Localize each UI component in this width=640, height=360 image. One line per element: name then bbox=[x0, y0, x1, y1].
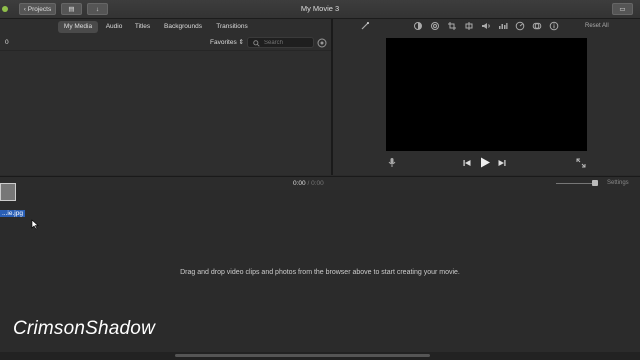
speed-icon[interactable] bbox=[515, 21, 525, 31]
tab-transitions[interactable]: Transitions bbox=[212, 21, 252, 33]
timecode: 0:00 / 0:00 bbox=[293, 180, 324, 187]
info-icon[interactable] bbox=[549, 21, 559, 31]
timeline-hint: Drag and drop video clips and photos fro… bbox=[180, 269, 460, 276]
video-preview[interactable] bbox=[386, 38, 587, 151]
favorites-filter[interactable]: Favorites ⇕ bbox=[210, 38, 244, 46]
library-count: 0 bbox=[5, 39, 9, 46]
microphone-icon[interactable] bbox=[387, 157, 397, 168]
magic-wand-icon[interactable] bbox=[360, 21, 370, 31]
photo-thumbnail[interactable] bbox=[0, 183, 16, 201]
chevron-updown-icon: ⇕ bbox=[238, 39, 244, 46]
fullscreen-icon[interactable] bbox=[576, 158, 586, 168]
stabilization-icon[interactable] bbox=[464, 21, 474, 31]
settings-button[interactable]: Settings bbox=[607, 180, 629, 186]
watermark: CrimsonShadow bbox=[13, 318, 155, 339]
tab-my-media[interactable]: My Media bbox=[58, 21, 98, 33]
color-correction-icon[interactable] bbox=[430, 21, 440, 31]
crop-icon[interactable] bbox=[447, 21, 457, 31]
search-input[interactable] bbox=[264, 38, 312, 47]
gear-icon[interactable] bbox=[317, 38, 327, 48]
zoom-slider-handle[interactable] bbox=[592, 180, 598, 186]
search-icon bbox=[253, 40, 260, 47]
time-separator: / bbox=[307, 180, 310, 187]
skip-forward-icon[interactable] bbox=[497, 158, 507, 168]
dragged-file-label: ...ie.jpg bbox=[0, 210, 25, 217]
search-box[interactable] bbox=[247, 37, 314, 48]
tab-titles[interactable]: Titles bbox=[130, 21, 155, 33]
color-balance-icon[interactable] bbox=[413, 21, 423, 31]
fullscreen-button[interactable]: ▭ bbox=[612, 3, 633, 15]
current-time: 0:00 bbox=[293, 180, 306, 187]
favorites-label: Favorites bbox=[210, 39, 237, 46]
clip-filter-icon[interactable] bbox=[532, 21, 542, 31]
play-icon[interactable] bbox=[479, 156, 491, 169]
volume-icon[interactable] bbox=[481, 21, 491, 31]
total-time: 0:00 bbox=[311, 180, 324, 187]
reset-all-button[interactable]: Reset All bbox=[585, 23, 609, 29]
scrollbar-thumb[interactable] bbox=[175, 354, 430, 357]
window-title: My Movie 3 bbox=[300, 4, 340, 13]
tab-audio[interactable]: Audio bbox=[102, 21, 126, 33]
noise-reduction-icon[interactable] bbox=[498, 21, 508, 31]
tab-backgrounds[interactable]: Backgrounds bbox=[161, 21, 205, 33]
mouse-cursor-icon bbox=[31, 219, 39, 230]
skip-back-icon[interactable] bbox=[462, 158, 472, 168]
